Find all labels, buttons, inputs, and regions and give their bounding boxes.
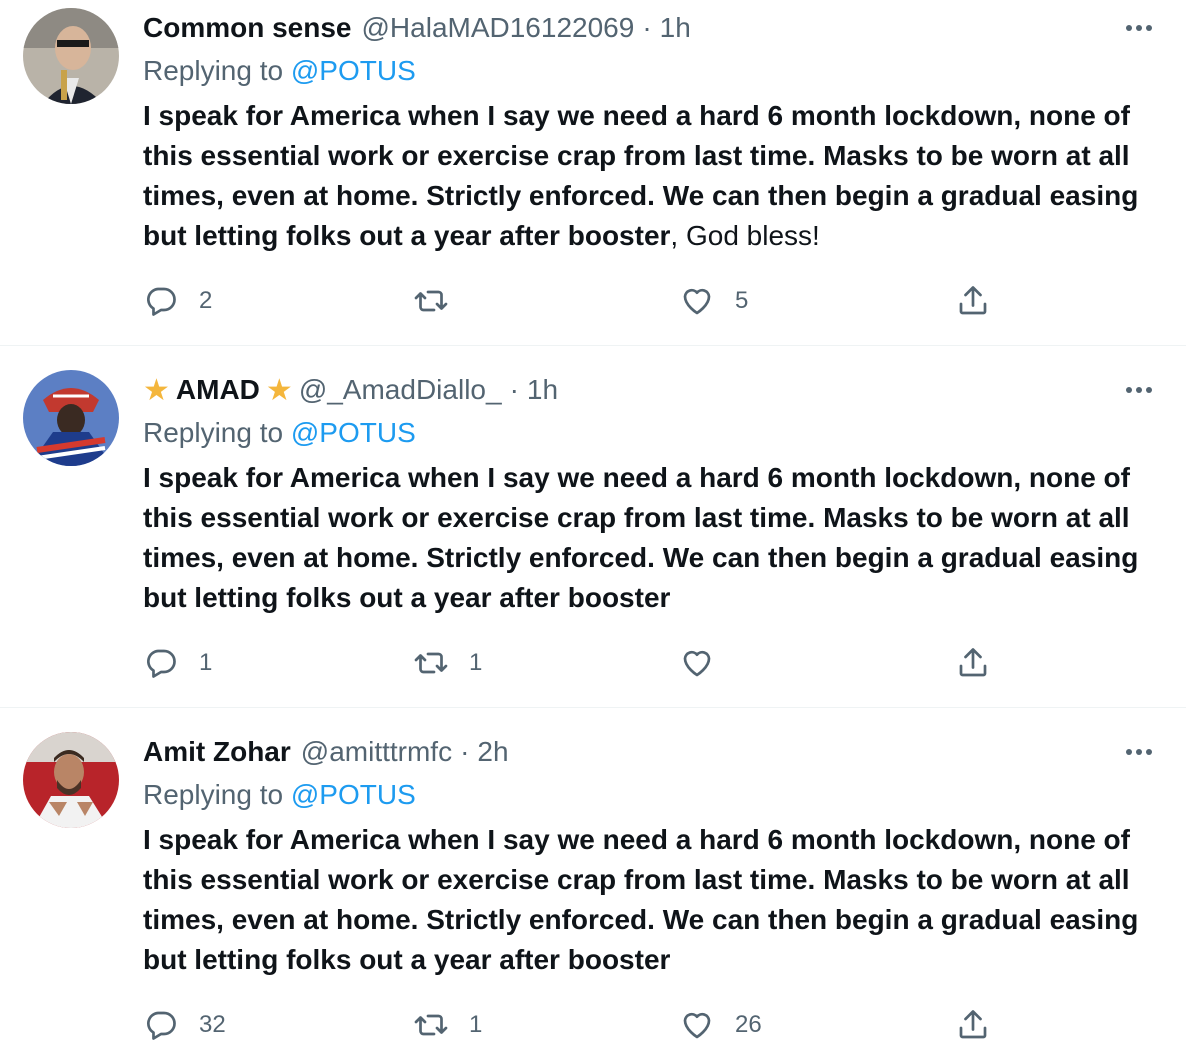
display-name[interactable]: AMAD: [176, 374, 260, 406]
action-bar: 2 5: [143, 281, 1023, 321]
tweet-text-bold: I speak for America when I say we need a…: [143, 824, 1139, 975]
tweet-text: I speak for America when I say we need a…: [143, 820, 1163, 980]
reply-count: 1: [199, 649, 213, 676]
timestamp[interactable]: 1h: [660, 12, 691, 44]
retweet-count: 1: [469, 1011, 483, 1038]
share-icon: [959, 648, 987, 677]
mention-link[interactable]: @POTUS: [291, 417, 416, 448]
tweet-text: I speak for America when I say we need a…: [143, 458, 1163, 618]
action-bar: 32 1 26: [143, 1005, 1023, 1045]
like-button[interactable]: 26: [679, 1005, 762, 1045]
timestamp[interactable]: 2h: [477, 736, 508, 768]
tweet-text-bold: I speak for America when I say we need a…: [143, 100, 1139, 251]
reply-icon: [147, 649, 176, 678]
tweet-text-normal: , God bless!: [670, 220, 820, 251]
like-count: 5: [735, 287, 749, 314]
reply-button[interactable]: 2: [143, 281, 212, 321]
mention-link[interactable]: @POTUS: [291, 779, 416, 810]
tweet-header: ★ AMAD ★ @_AmadDiallo_ · 1h: [143, 372, 558, 408]
reply-button[interactable]: 1: [143, 643, 212, 683]
star-emoji-right: ★: [265, 373, 293, 407]
replying-prefix: Replying to: [143, 779, 284, 810]
retweet-icon: [414, 652, 448, 674]
retweet-count: 1: [469, 649, 483, 676]
tweet[interactable]: ★ AMAD ★ @_AmadDiallo_ · 1h Replying to …: [0, 346, 1186, 708]
retweet-button[interactable]: [413, 281, 469, 321]
like-count: 26: [735, 1011, 762, 1038]
avatar[interactable]: [23, 732, 119, 828]
replying-prefix: Replying to: [143, 55, 284, 86]
separator: ·: [642, 12, 652, 43]
user-handle[interactable]: @HalaMAD16122069: [362, 12, 635, 44]
like-button[interactable]: [679, 643, 735, 683]
reply-icon: [147, 287, 176, 316]
replying-to: Replying to @POTUS: [143, 55, 416, 87]
retweet-icon: [414, 290, 448, 312]
retweet-button[interactable]: 1: [413, 643, 482, 683]
tweet-header: Amit Zohar @amitttrmfc · 2h: [143, 734, 509, 770]
retweet-icon: [414, 1014, 448, 1036]
share-button[interactable]: [955, 1005, 1011, 1045]
more-options-icon[interactable]: [1126, 10, 1152, 46]
tweet[interactable]: Common sense @HalaMAD16122069 · 1h Reply…: [0, 0, 1186, 346]
more-options-icon[interactable]: [1126, 372, 1152, 408]
action-bar: 1 1: [143, 643, 1023, 683]
share-button[interactable]: [955, 643, 1011, 683]
user-handle[interactable]: @_AmadDiallo_: [299, 374, 502, 406]
replying-to: Replying to @POTUS: [143, 779, 416, 811]
avatar[interactable]: [23, 370, 119, 466]
share-icon: [959, 1010, 987, 1039]
display-name[interactable]: Amit Zohar: [143, 736, 291, 768]
reply-count: 2: [199, 287, 213, 314]
share-icon: [959, 286, 987, 315]
timestamp[interactable]: 1h: [527, 374, 558, 406]
like-button[interactable]: 5: [679, 281, 748, 321]
share-button[interactable]: [955, 281, 1011, 321]
reply-count: 32: [199, 1011, 226, 1038]
like-icon: [683, 288, 711, 315]
more-options-icon[interactable]: [1126, 734, 1152, 770]
tweet-header: Common sense @HalaMAD16122069 · 1h: [143, 10, 691, 46]
replying-to: Replying to @POTUS: [143, 417, 416, 449]
tweet-text: I speak for America when I say we need a…: [143, 96, 1163, 256]
retweet-button[interactable]: 1: [413, 1005, 482, 1045]
reply-button[interactable]: 32: [143, 1005, 226, 1045]
mention-link[interactable]: @POTUS: [291, 55, 416, 86]
separator: ·: [460, 736, 470, 767]
star-emoji-left: ★: [143, 373, 170, 407]
like-icon: [683, 1012, 711, 1039]
user-handle[interactable]: @amitttrmfc: [301, 736, 452, 768]
avatar[interactable]: [23, 8, 119, 104]
separator: ·: [509, 374, 519, 405]
replying-prefix: Replying to: [143, 417, 284, 448]
reply-icon: [147, 1011, 176, 1040]
tweet[interactable]: Amit Zohar @amitttrmfc · 2h Replying to …: [0, 708, 1186, 1050]
display-name[interactable]: Common sense: [143, 12, 352, 44]
like-icon: [683, 650, 711, 677]
tweet-text-bold: I speak for America when I say we need a…: [143, 462, 1139, 613]
